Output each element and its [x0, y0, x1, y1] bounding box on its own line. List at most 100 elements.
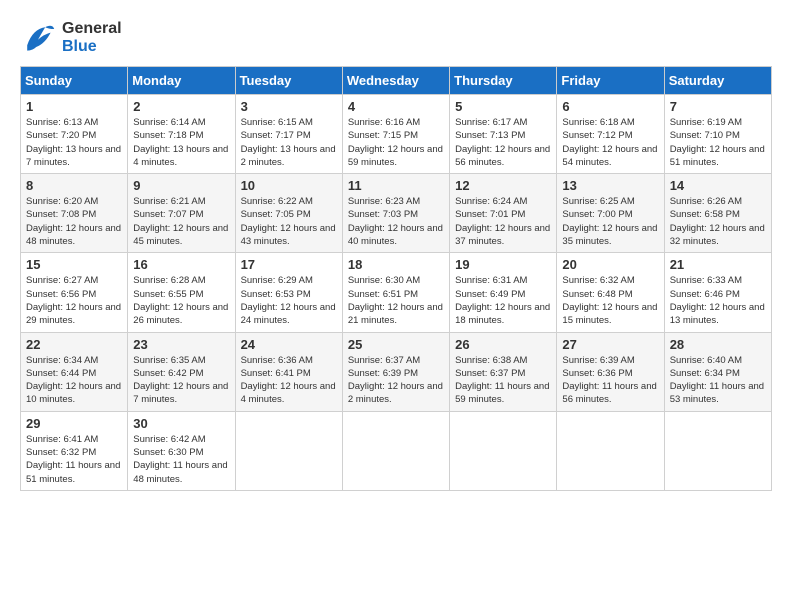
day-info: Sunrise: 6:32 AMSunset: 6:48 PMDaylight:…: [562, 274, 658, 327]
calendar-cell: 25 Sunrise: 6:37 AMSunset: 6:39 PMDayligh…: [342, 332, 449, 411]
day-info: Sunrise: 6:20 AMSunset: 7:08 PMDaylight:…: [26, 195, 122, 248]
calendar-cell: 18Sunrise: 6:30 AMSunset: 6:51 PMDayligh…: [342, 253, 449, 332]
day-number: 8: [26, 178, 122, 193]
calendar-cell: 16 Sunrise: 6:28 AMSunset: 6:55 PMDayligh…: [128, 253, 235, 332]
calendar-cell: 2 Sunrise: 6:14 AMSunset: 7:18 PMDaylight…: [128, 95, 235, 174]
calendar-header-row: SundayMondayTuesdayWednesdayThursdayFrid…: [21, 67, 772, 95]
day-info: Sunrise: 6:35 AMSunset: 6:42 PMDaylight:…: [133, 354, 229, 407]
day-info: Sunrise: 6:13 AMSunset: 7:20 PMDaylight:…: [26, 116, 122, 169]
day-info: Sunrise: 6:15 AMSunset: 7:17 PMDaylight:…: [241, 116, 337, 169]
day-number: 22: [26, 337, 122, 352]
day-number: 1: [26, 99, 122, 114]
column-header-monday: Monday: [128, 67, 235, 95]
day-number: 27: [562, 337, 658, 352]
day-info: Sunrise: 6:23 AMSunset: 7:03 PMDaylight:…: [348, 195, 444, 248]
day-number: 18: [348, 257, 444, 272]
day-info: Sunrise: 6:28 AMSunset: 6:55 PMDaylight:…: [133, 274, 229, 327]
day-number: 9: [133, 178, 229, 193]
day-number: 6: [562, 99, 658, 114]
column-header-tuesday: Tuesday: [235, 67, 342, 95]
day-number: 14: [670, 178, 766, 193]
day-info: Sunrise: 6:19 AMSunset: 7:10 PMDaylight:…: [670, 116, 766, 169]
calendar-cell: 23 Sunrise: 6:35 AMSunset: 6:42 PMDayligh…: [128, 332, 235, 411]
day-number: 10: [241, 178, 337, 193]
calendar-cell: [664, 411, 771, 490]
calendar-cell: 21 Sunrise: 6:33 AMSunset: 6:46 PMDayligh…: [664, 253, 771, 332]
day-number: 17: [241, 257, 337, 272]
calendar-week-row: 15 Sunrise: 6:27 AMSunset: 6:56 PMDayligh…: [21, 253, 772, 332]
calendar-cell: 30 Sunrise: 6:42 AMSunset: 6:30 PMDayligh…: [128, 411, 235, 490]
day-number: 2: [133, 99, 229, 114]
day-number: 23: [133, 337, 229, 352]
day-number: 28: [670, 337, 766, 352]
calendar-week-row: 8 Sunrise: 6:20 AMSunset: 7:08 PMDaylight…: [21, 174, 772, 253]
day-info: Sunrise: 6:37 AMSunset: 6:39 PMDaylight:…: [348, 354, 444, 407]
calendar-cell: 26 Sunrise: 6:38 AMSunset: 6:37 PMDayligh…: [450, 332, 557, 411]
calendar-cell: 4Sunrise: 6:16 AMSunset: 7:15 PMDaylight…: [342, 95, 449, 174]
calendar-cell: 3 Sunrise: 6:15 AMSunset: 7:17 PMDaylight…: [235, 95, 342, 174]
calendar-cell: 17 Sunrise: 6:29 AMSunset: 6:53 PMDayligh…: [235, 253, 342, 332]
day-info: Sunrise: 6:27 AMSunset: 6:56 PMDaylight:…: [26, 274, 122, 327]
calendar-cell: [342, 411, 449, 490]
calendar-cell: 6 Sunrise: 6:18 AMSunset: 7:12 PMDaylight…: [557, 95, 664, 174]
calendar-cell: 20Sunrise: 6:32 AMSunset: 6:48 PMDayligh…: [557, 253, 664, 332]
calendar-cell: 13 Sunrise: 6:25 AMSunset: 7:00 PMDayligh…: [557, 174, 664, 253]
calendar-cell: 10 Sunrise: 6:22 AMSunset: 7:05 PMDayligh…: [235, 174, 342, 253]
calendar-cell: [235, 411, 342, 490]
calendar-week-row: 1 Sunrise: 6:13 AMSunset: 7:20 PMDaylight…: [21, 95, 772, 174]
day-info: Sunrise: 6:24 AMSunset: 7:01 PMDaylight:…: [455, 195, 551, 248]
calendar-cell: 29 Sunrise: 6:41 AMSunset: 6:32 PMDayligh…: [21, 411, 128, 490]
calendar-cell: 14Sunrise: 6:26 AMSunset: 6:58 PMDayligh…: [664, 174, 771, 253]
day-info: Sunrise: 6:41 AMSunset: 6:32 PMDaylight:…: [26, 433, 122, 486]
day-info: Sunrise: 6:18 AMSunset: 7:12 PMDaylight:…: [562, 116, 658, 169]
day-info: Sunrise: 6:14 AMSunset: 7:18 PMDaylight:…: [133, 116, 229, 169]
calendar-cell: 19Sunrise: 6:31 AMSunset: 6:49 PMDayligh…: [450, 253, 557, 332]
column-header-thursday: Thursday: [450, 67, 557, 95]
day-number: 30: [133, 416, 229, 431]
day-number: 3: [241, 99, 337, 114]
day-info: Sunrise: 6:22 AMSunset: 7:05 PMDaylight:…: [241, 195, 337, 248]
calendar-cell: 7Sunrise: 6:19 AMSunset: 7:10 PMDaylight…: [664, 95, 771, 174]
column-header-wednesday: Wednesday: [342, 67, 449, 95]
calendar-cell: 11Sunrise: 6:23 AMSunset: 7:03 PMDayligh…: [342, 174, 449, 253]
day-number: 26: [455, 337, 551, 352]
column-header-friday: Friday: [557, 67, 664, 95]
calendar-cell: 8 Sunrise: 6:20 AMSunset: 7:08 PMDaylight…: [21, 174, 128, 253]
day-number: 29: [26, 416, 122, 431]
day-info: Sunrise: 6:38 AMSunset: 6:37 PMDaylight:…: [455, 354, 551, 407]
calendar-cell: 12 Sunrise: 6:24 AMSunset: 7:01 PMDayligh…: [450, 174, 557, 253]
calendar-week-row: 29 Sunrise: 6:41 AMSunset: 6:32 PMDayligh…: [21, 411, 772, 490]
day-number: 21: [670, 257, 766, 272]
day-info: Sunrise: 6:29 AMSunset: 6:53 PMDaylight:…: [241, 274, 337, 327]
day-info: Sunrise: 6:39 AMSunset: 6:36 PMDaylight:…: [562, 354, 658, 407]
day-number: 25: [348, 337, 444, 352]
day-info: Sunrise: 6:40 AMSunset: 6:34 PMDaylight:…: [670, 354, 766, 407]
day-info: Sunrise: 6:16 AMSunset: 7:15 PMDaylight:…: [348, 116, 444, 169]
calendar-table: SundayMondayTuesdayWednesdayThursdayFrid…: [20, 66, 772, 491]
day-number: 19: [455, 257, 551, 272]
calendar-week-row: 22 Sunrise: 6:34 AMSunset: 6:44 PMDayligh…: [21, 332, 772, 411]
day-info: Sunrise: 6:34 AMSunset: 6:44 PMDaylight:…: [26, 354, 122, 407]
day-info: Sunrise: 6:33 AMSunset: 6:46 PMDaylight:…: [670, 274, 766, 327]
day-number: 24: [241, 337, 337, 352]
calendar-cell: 5 Sunrise: 6:17 AMSunset: 7:13 PMDaylight…: [450, 95, 557, 174]
day-number: 16: [133, 257, 229, 272]
day-info: Sunrise: 6:17 AMSunset: 7:13 PMDaylight:…: [455, 116, 551, 169]
calendar-cell: 1 Sunrise: 6:13 AMSunset: 7:20 PMDaylight…: [21, 95, 128, 174]
day-info: Sunrise: 6:42 AMSunset: 6:30 PMDaylight:…: [133, 433, 229, 486]
day-number: 13: [562, 178, 658, 193]
day-info: Sunrise: 6:25 AMSunset: 7:00 PMDaylight:…: [562, 195, 658, 248]
calendar-cell: [450, 411, 557, 490]
logo-text: General Blue: [62, 20, 122, 56]
page-header: General Blue: [20, 20, 772, 56]
column-header-sunday: Sunday: [21, 67, 128, 95]
day-number: 15: [26, 257, 122, 272]
logo-icon: [20, 20, 56, 56]
calendar-cell: 15 Sunrise: 6:27 AMSunset: 6:56 PMDayligh…: [21, 253, 128, 332]
day-number: 12: [455, 178, 551, 193]
logo: General Blue: [20, 20, 122, 56]
day-number: 5: [455, 99, 551, 114]
column-header-saturday: Saturday: [664, 67, 771, 95]
calendar-cell: 24Sunrise: 6:36 AMSunset: 6:41 PMDayligh…: [235, 332, 342, 411]
calendar-cell: 9Sunrise: 6:21 AMSunset: 7:07 PMDaylight…: [128, 174, 235, 253]
